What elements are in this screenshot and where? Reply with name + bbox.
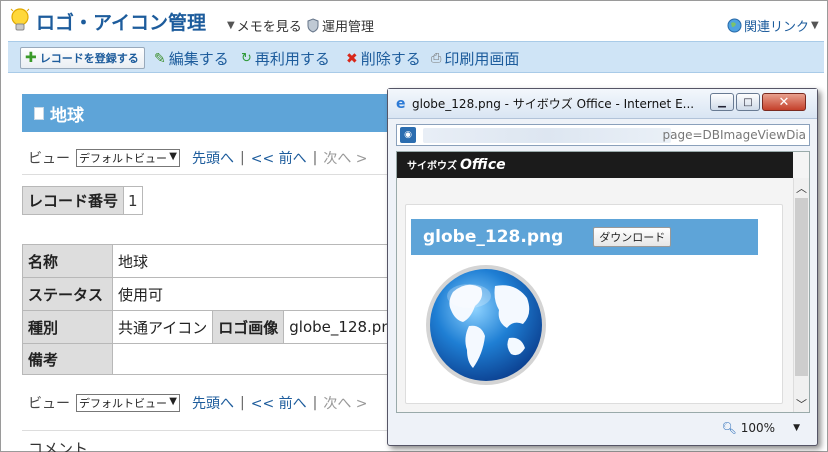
ie-icon: e — [396, 96, 406, 112]
logo-label: ロゴ画像 — [212, 310, 285, 344]
close-icon: ✕ — [778, 94, 790, 110]
address-text: page=DBImageViewDia — [662, 128, 806, 142]
chevron-down-icon[interactable]: ﹀ — [796, 396, 807, 412]
first-link[interactable]: 先頭へ — [192, 148, 234, 168]
notes-label: 備考 — [22, 343, 113, 375]
plus-icon: ✚ — [25, 50, 37, 66]
triangle-down-icon: ▼ — [227, 20, 235, 31]
chevron-up-icon[interactable]: ︿ — [796, 180, 807, 196]
scrollbar-thumb[interactable] — [795, 198, 808, 376]
file-name: globe_128.png — [423, 227, 564, 247]
minimize-button[interactable]: ▁ — [710, 93, 734, 111]
vertical-scrollbar[interactable]: ︿ ﹀ — [793, 178, 809, 412]
download-button[interactable]: ダウンロード — [593, 227, 672, 247]
lightbulb-icon — [10, 8, 30, 31]
maximize-icon: □ — [743, 96, 753, 108]
name-label: 名称 — [22, 244, 113, 278]
reuse-button[interactable]: ↻ 再利用する — [241, 48, 330, 69]
status-label: ステータス — [22, 277, 113, 311]
shield-icon — [307, 18, 319, 33]
action-toolbar: ✚ レコードを登録する ✎ 編集する ↻ 再利用する ✖ 削除する ⎙ 印刷用画… — [8, 41, 824, 73]
view-select-bottom[interactable]: デフォルトビュー ▼ — [76, 394, 180, 412]
name-value: 地球 — [111, 244, 407, 278]
viewer-content: サイボウズ Office globe_128.png ダウンロード ︿ ﹀ — [396, 151, 810, 413]
address-bar[interactable]: ◉ page=DBImageViewDia — [396, 124, 810, 146]
type-value: 共通アイコン — [111, 310, 214, 344]
next-link-bottom: 次へ > — [323, 396, 368, 412]
page-icon: ◉ — [400, 127, 416, 143]
image-viewer-window: e globe_128.png - サイボウズ Office - Interne… — [387, 88, 818, 446]
pencil-icon: ✎ — [154, 50, 166, 67]
maximize-button[interactable]: □ — [736, 93, 760, 111]
record-nav-bottom: ビュー デフォルトビュー ▼ 先頭へ | << 前へ | 次へ > — [28, 393, 368, 413]
document-icon — [34, 106, 44, 120]
delete-x-icon: ✖ — [346, 50, 358, 67]
cybozu-logo: サイボウズ Office — [407, 157, 506, 173]
edit-button[interactable]: ✎ 編集する — [154, 48, 229, 69]
file-header: globe_128.png ダウンロード — [411, 219, 758, 255]
chevron-down-icon[interactable]: ▼ — [793, 423, 800, 433]
status-value: 使用可 — [111, 277, 407, 311]
delete-button[interactable]: ✖ 削除する — [346, 48, 421, 69]
zoom-level[interactable]: 100% — [741, 421, 775, 435]
next-link: 次へ > — [323, 151, 368, 167]
record-number-label: レコード番号 — [21, 186, 125, 215]
chevron-down-icon: ▼ — [169, 151, 177, 162]
close-button[interactable]: ✕ — [762, 93, 806, 111]
type-label: 種別 — [22, 310, 113, 344]
view-select[interactable]: デフォルトビュー ▼ — [76, 149, 180, 167]
chevron-down-icon: ▼ — [169, 396, 177, 407]
printer-icon: ⎙ — [431, 51, 442, 66]
record-nav-top: ビュー デフォルトビュー ▼ 先頭へ | << 前へ | 次へ > — [28, 148, 368, 168]
zoom-icon: 🔍︎ — [721, 421, 737, 435]
divider — [22, 430, 387, 431]
print-button[interactable]: ⎙ 印刷用画面 — [431, 48, 519, 69]
divider — [22, 174, 387, 175]
first-link-bottom[interactable]: 先頭へ — [192, 393, 234, 413]
minimize-icon: ▁ — [718, 96, 726, 108]
cybozu-banner: サイボウズ Office — [397, 152, 793, 178]
record-number-value: 1 — [123, 186, 143, 215]
page-title: ロゴ・アイコン管理 — [36, 12, 207, 34]
globe-small-icon — [727, 18, 742, 33]
record-title: 地球 — [50, 105, 84, 126]
comment-heading: コメント — [28, 440, 89, 452]
recycle-icon: ↻ — [241, 51, 252, 66]
status-bar: 🔍︎ 100% ▼ — [396, 417, 810, 439]
admin-link[interactable]: 運用管理 — [307, 16, 374, 35]
register-record-button[interactable]: ✚ レコードを登録する — [20, 47, 145, 69]
related-links[interactable]: 関連リンク ▼ — [727, 16, 819, 35]
memo-link[interactable]: ▼ メモを見る — [227, 16, 302, 35]
notes-value — [111, 343, 407, 375]
prev-link[interactable]: << 前へ — [251, 148, 307, 168]
record-number-table: レコード番号 1 — [21, 186, 143, 215]
globe-image — [426, 265, 546, 385]
triangle-down-icon: ▼ — [811, 20, 819, 31]
address-redacted — [423, 128, 671, 143]
prev-link-bottom[interactable]: << 前へ — [251, 393, 307, 413]
record-title-bar: 地球 — [22, 94, 392, 132]
record-fields-table: 名称 地球 ステータス 使用可 種別 共通アイコン ロゴ画像 globe_128… — [22, 244, 407, 375]
